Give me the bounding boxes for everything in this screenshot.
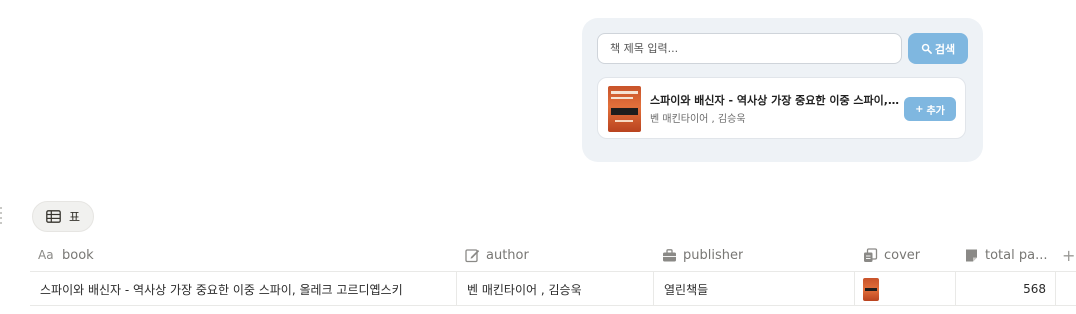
column-header-label: cover: [884, 247, 921, 263]
cell-total-pages[interactable]: 568: [956, 272, 1056, 306]
add-book-button[interactable]: + 추가: [904, 97, 956, 121]
table-header-row: Aa book author publisher cover total pa.…: [30, 238, 1076, 272]
view-tab-label: 표: [69, 210, 81, 224]
search-button[interactable]: 검색: [908, 33, 968, 64]
column-header-label: book: [62, 247, 94, 263]
column-header-total-pages[interactable]: total pa...: [956, 238, 1056, 272]
table-row[interactable]: 스파이와 배신자 - 역사상 가장 중요한 이중 스파이, 올레크 고르디옙스키…: [30, 272, 1076, 306]
search-button-label: 검색: [934, 42, 956, 56]
search-icon: [921, 43, 932, 54]
column-header-label: total pa...: [985, 247, 1048, 263]
edit-icon: [465, 248, 480, 262]
cover-image[interactable]: [863, 277, 879, 301]
drag-handle-icon[interactable]: [0, 207, 4, 225]
cell-author[interactable]: 벤 매킨타이어 , 김승욱: [457, 272, 654, 306]
title-property-icon: Aa: [38, 248, 54, 262]
column-header-label: publisher: [683, 247, 744, 263]
book-search-widget: 검색 스파이와 배신자 - 역사상 가장 중요한 이중 스파이, 올레크 고르디…: [582, 18, 983, 162]
cell-publisher[interactable]: 열린책들: [654, 272, 855, 306]
search-input[interactable]: [597, 33, 902, 64]
table-icon: [46, 210, 61, 223]
column-header-cover[interactable]: cover: [855, 238, 956, 272]
add-column-button[interactable]: +: [1062, 238, 1075, 272]
search-result-card: 스파이와 배신자 - 역사상 가장 중요한 이중 스파이, 올레크 고르디옙스키…: [597, 77, 966, 139]
plus-icon: +: [915, 103, 924, 115]
add-button-label: 추가: [926, 105, 945, 117]
book-table: Aa book author publisher cover total pa.…: [30, 238, 1076, 306]
cell-cover[interactable]: [855, 272, 956, 306]
column-header-author[interactable]: author: [457, 238, 654, 272]
cell-book[interactable]: 스파이와 배신자 - 역사상 가장 중요한 이중 스파이, 올레크 고르디옙스키: [30, 272, 457, 306]
column-header-book[interactable]: Aa book: [30, 238, 457, 272]
column-header-publisher[interactable]: publisher: [654, 238, 855, 272]
view-tab-table[interactable]: 표: [32, 201, 95, 232]
result-author: 벤 매킨타이어 , 김승욱: [650, 114, 746, 125]
number-property-icon: [966, 249, 977, 261]
briefcase-icon: [663, 248, 676, 261]
files-icon: [864, 247, 878, 262]
book-cover-thumbnail: [608, 86, 641, 132]
column-header-label: author: [486, 247, 529, 263]
result-title: 스파이와 배신자 - 역사상 가장 중요한 이중 스파이, 올레크 고르디옙스키: [650, 94, 900, 107]
